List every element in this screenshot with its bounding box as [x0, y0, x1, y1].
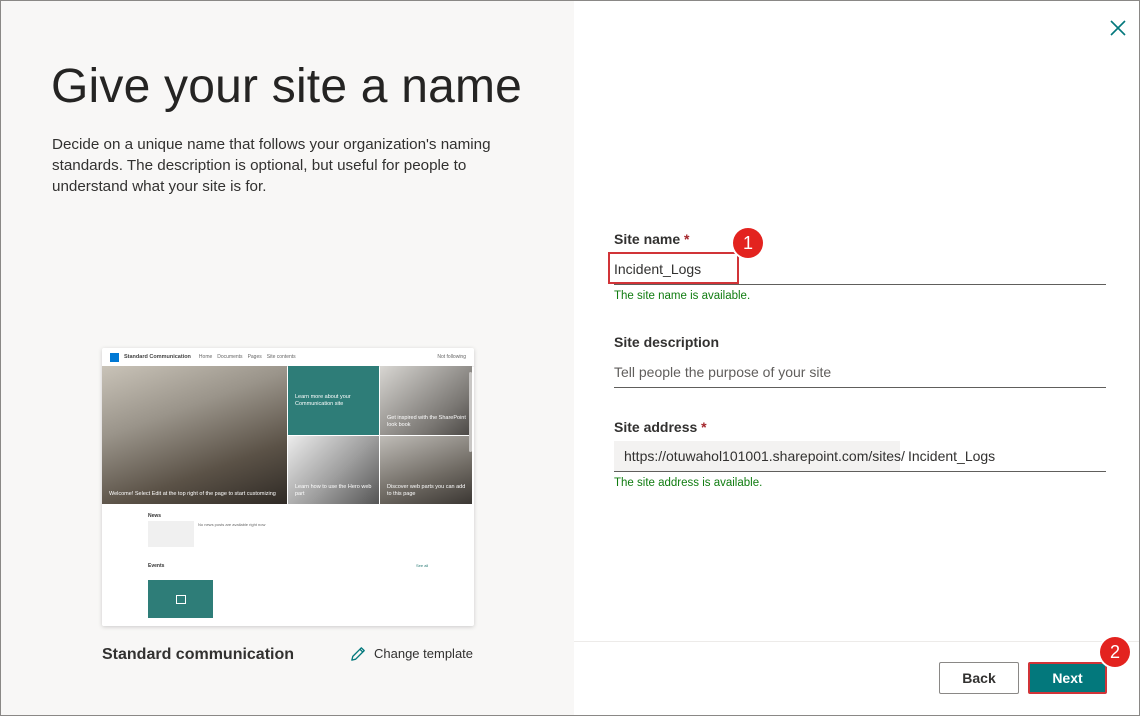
preview-nav-item: Pages	[247, 354, 262, 360]
back-button[interactable]: Back	[939, 662, 1019, 694]
site-address-prefix: https://otuwahol101001.sharepoint.com/si…	[614, 441, 905, 471]
hero-tile-caption: Get inspired with the SharePoint look bo…	[387, 415, 466, 428]
site-description-field[interactable]	[614, 357, 1106, 388]
site-description-input[interactable]	[614, 357, 1106, 387]
preview-nav-item: Site contents	[266, 354, 296, 360]
hero-tile-caption: Discover web parts you can add to this p…	[387, 484, 466, 497]
page-description: Decide on a unique name that follows you…	[52, 136, 491, 195]
preview-event-card	[148, 580, 213, 618]
preview-news-heading: News	[148, 513, 162, 519]
preview-site-title: Standard Communication	[124, 354, 191, 360]
template-preview: Standard Communication Home Documents Pa…	[102, 348, 474, 626]
template-name: Standard communication	[102, 646, 295, 663]
required-marker: *	[701, 419, 707, 435]
preview-scrollbar	[469, 372, 472, 452]
close-icon[interactable]	[1107, 17, 1129, 39]
site-address-label: Site address *	[614, 419, 707, 435]
preview-follow: Not following	[437, 354, 466, 360]
page-title: Give your site a name	[51, 60, 523, 113]
step-marker-1: 1	[733, 228, 763, 258]
site-address-status: The site address is available.	[614, 477, 763, 489]
create-site-dialog: Give your site a name Decide on a unique…	[0, 0, 1140, 716]
footer-divider	[574, 641, 1139, 642]
site-address-field[interactable]: https://otuwahol101001.sharepoint.com/si…	[614, 441, 1106, 472]
preview-see-all: See all	[416, 563, 429, 568]
preview-hero: Welcome! Select Edit at the top right of…	[102, 366, 472, 504]
preview-header: Standard Communication Home Documents Pa…	[102, 348, 474, 367]
hero-tile: Get inspired with the SharePoint look bo…	[380, 366, 472, 435]
preview-events-heading: Events	[148, 563, 165, 569]
preview-news-placeholder	[148, 521, 194, 547]
site-name-label: Site name *	[614, 231, 690, 247]
required-marker: *	[684, 231, 690, 247]
site-name-input[interactable]	[614, 254, 1106, 284]
hero-tile: Learn how to use the Hero web part	[288, 436, 379, 504]
pencil-icon	[351, 647, 365, 661]
hero-tile-caption: Welcome! Select Edit at the top right of…	[109, 491, 276, 497]
left-panel: Give your site a name Decide on a unique…	[1, 1, 574, 715]
step-marker-2: 2	[1100, 637, 1130, 667]
preview-nav-item: Home	[198, 354, 213, 360]
site-name-status: The site name is available.	[614, 290, 751, 302]
hero-tile-caption: Learn how to use the Hero web part	[295, 484, 372, 497]
hero-tile-caption: Learn more about your Communication site	[295, 394, 351, 407]
change-template-label: Change template	[374, 646, 474, 661]
calendar-icon	[175, 594, 186, 604]
preview-nav-item: Documents	[217, 354, 243, 360]
site-address-input[interactable]	[900, 441, 1106, 471]
preview-news-text: No news posts are available right now	[198, 522, 266, 527]
site-name-field[interactable]	[614, 254, 1106, 285]
change-template-button[interactable]: Change template	[349, 644, 473, 663]
preview-body: News No news posts are available right n…	[102, 504, 472, 626]
hero-tile: Welcome! Select Edit at the top right of…	[102, 366, 287, 504]
next-button[interactable]: Next	[1028, 662, 1107, 694]
preview-logo	[110, 352, 119, 362]
site-description-label: Site description	[614, 334, 720, 350]
hero-tile: Learn more about your Communication site	[288, 366, 379, 435]
hero-tile: Discover web parts you can add to this p…	[380, 436, 472, 504]
